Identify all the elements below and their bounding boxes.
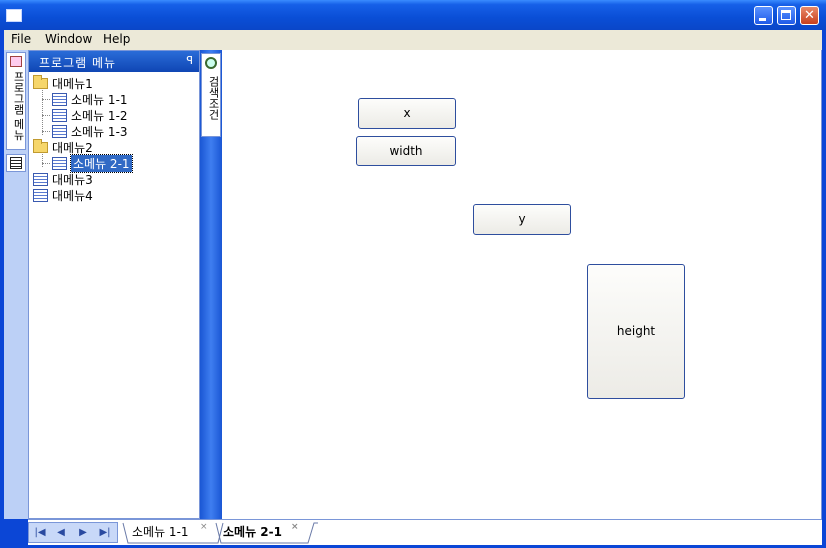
close-icon: ✕: [804, 8, 815, 23]
maximize-icon: [781, 10, 791, 20]
menu-help[interactable]: Help: [103, 32, 130, 46]
list-tab[interactable]: [6, 154, 26, 172]
tree-item-label: 소메뉴 1-2: [71, 108, 128, 123]
menu-window[interactable]: Window: [45, 32, 92, 46]
x-button[interactable]: x: [358, 98, 456, 129]
menu-bar: File Window Help: [4, 30, 822, 50]
document-tab-bar: |◀ ◀ ▶ ▶| 소메뉴 1-1 × 소메뉴 2-1 ×: [28, 519, 822, 545]
content-area: x width y height: [222, 50, 822, 519]
tab-outline: [122, 522, 318, 544]
panel-header: 프로그램 메뉴 ꟼ: [29, 51, 199, 72]
prev-tab-button[interactable]: ◀: [52, 525, 70, 540]
list-icon: [10, 157, 22, 169]
tree-item-label: 소메뉴 2-1: [70, 153, 133, 173]
tree-item-label: 대메뉴3: [52, 172, 93, 187]
tree-connector: [42, 115, 50, 116]
tree-connector: [42, 99, 50, 100]
tab-nav-buttons: |◀ ◀ ▶ ▶|: [28, 522, 118, 543]
y-button[interactable]: y: [473, 204, 571, 235]
magnifier-icon: [205, 57, 217, 69]
minimize-icon: [759, 18, 766, 21]
tree-connector: [42, 131, 50, 132]
document-icon: [33, 188, 48, 202]
document-icon: [52, 108, 67, 122]
next-tab-button[interactable]: ▶: [74, 525, 92, 540]
last-tab-button[interactable]: ▶|: [96, 525, 114, 540]
document-icon: [33, 172, 48, 186]
menu-file[interactable]: File: [11, 32, 31, 46]
tree-item[interactable]: 소메뉴 1-3: [52, 123, 128, 139]
document-icon: [52, 124, 67, 138]
program-menu-tab[interactable]: 프로그램 메뉴: [6, 52, 26, 150]
document-icon: [52, 156, 67, 170]
tree-item-folder[interactable]: 대메뉴2: [33, 138, 93, 155]
program-menu-icon: [10, 56, 22, 67]
first-tab-button[interactable]: |◀: [31, 525, 49, 540]
tree-item-folder[interactable]: 대메뉴1: [33, 74, 93, 91]
tree-connector: [42, 163, 50, 164]
pin-icon[interactable]: ꟼ: [186, 54, 193, 67]
tree-item-label: 대메뉴4: [52, 188, 93, 203]
tree-item[interactable]: 대메뉴4: [33, 187, 93, 203]
program-menu-tab-label: 프로그램 메뉴: [12, 71, 25, 141]
minimize-button[interactable]: [754, 6, 773, 25]
search-condition-label: 검색조건: [207, 76, 220, 120]
app-window: ✕ File Window Help 프로그램 메뉴 프로그램 메뉴 ꟼ 대메뉴…: [0, 0, 826, 548]
tree-connector: [42, 87, 43, 135]
search-condition-tab[interactable]: 검색조건: [201, 53, 221, 137]
tree-item-label: 대메뉴1: [52, 76, 93, 91]
folder-icon: [33, 138, 48, 153]
tree-item[interactable]: 소메뉴 1-2: [52, 107, 128, 123]
tree-item[interactable]: 소메뉴 1-1: [52, 91, 128, 107]
search-dock-strip: 검색조건: [200, 50, 222, 519]
tree-item-label: 소메뉴 1-3: [71, 124, 128, 139]
tree-item-label: 소메뉴 1-1: [71, 92, 128, 107]
tree-item-selected[interactable]: 소메뉴 2-1: [52, 153, 133, 173]
tree-item[interactable]: 대메뉴3: [33, 171, 93, 187]
left-dock-strip: 프로그램 메뉴: [4, 50, 28, 519]
title-bar[interactable]: ✕: [0, 0, 826, 30]
panel-title: 프로그램 메뉴: [39, 56, 117, 70]
program-menu-panel: 프로그램 메뉴 ꟼ 대메뉴1 소메뉴 1-1 소메뉴 1-2 소메뉴 1-3 대…: [28, 50, 200, 519]
document-icon: [52, 92, 67, 106]
width-button[interactable]: width: [356, 136, 456, 166]
height-button[interactable]: height: [587, 264, 685, 399]
app-icon[interactable]: [6, 9, 22, 22]
folder-icon: [33, 74, 48, 89]
maximize-button[interactable]: [777, 6, 796, 25]
close-button[interactable]: ✕: [800, 6, 819, 25]
tree-item-label: 대메뉴2: [52, 140, 93, 155]
